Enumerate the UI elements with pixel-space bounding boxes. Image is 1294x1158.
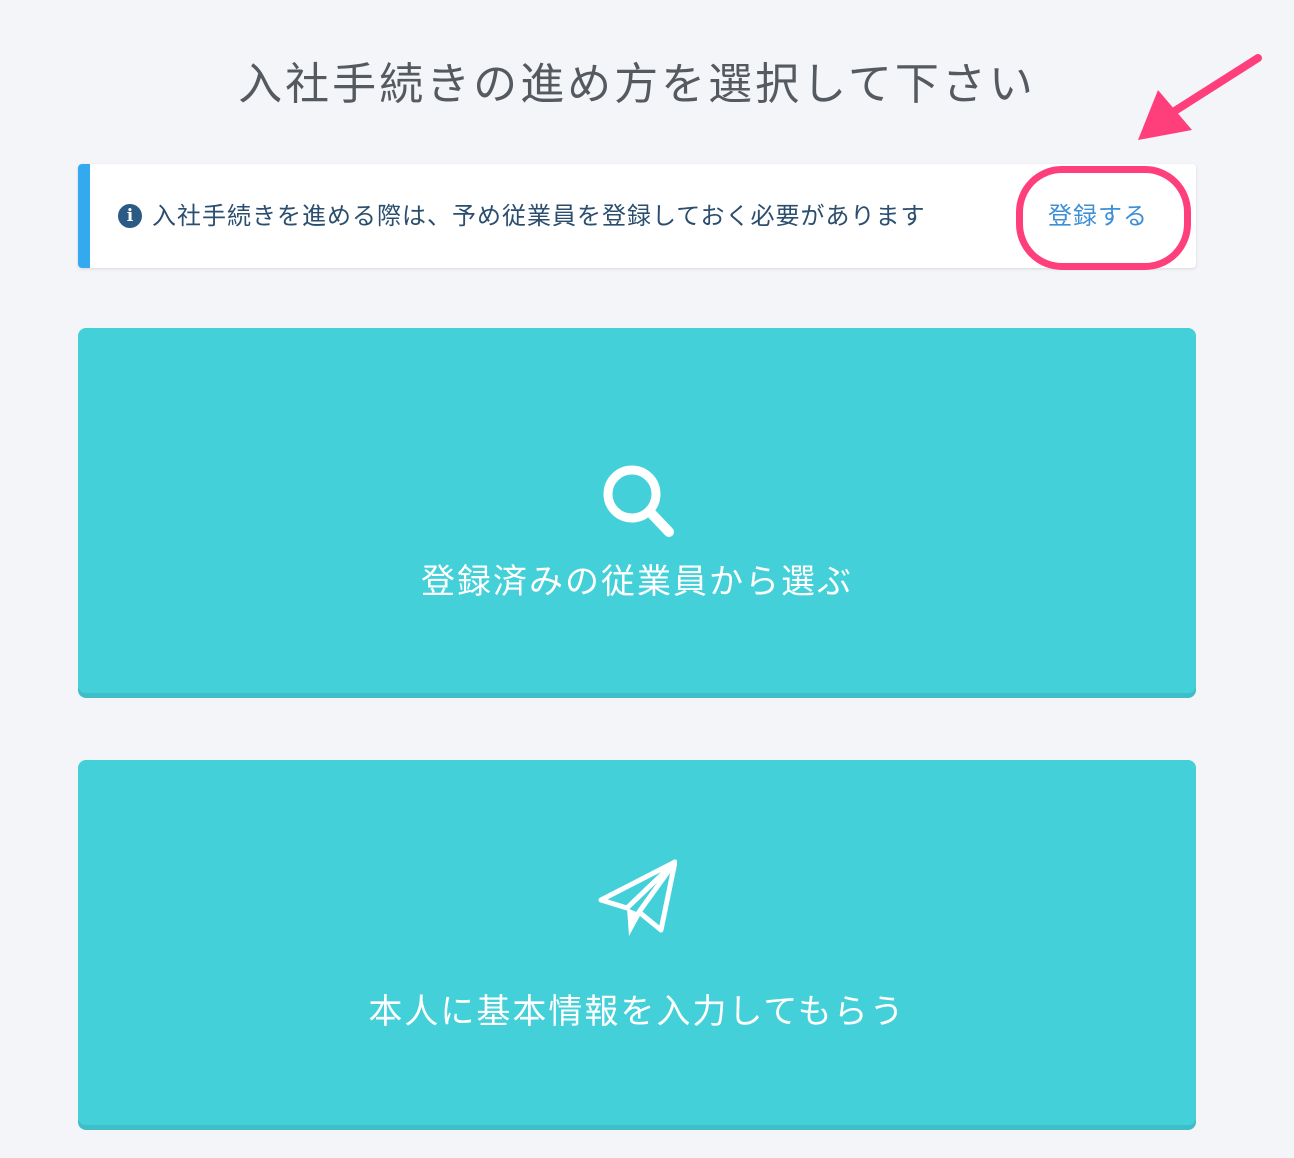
invite-employee-input-button[interactable]: 本人に基本情報を入力してもらう: [78, 760, 1196, 1130]
paper-plane-icon: [598, 859, 677, 936]
notice-accent-bar: [78, 164, 90, 268]
invite-employee-input-label: 本人に基本情報を入力してもらう: [368, 992, 906, 1032]
select-registered-employee-button[interactable]: 登録済みの従業員から選ぶ: [78, 328, 1196, 698]
search-icon: [603, 465, 674, 537]
select-registered-employee-label: 登録済みの従業員から選ぶ: [421, 562, 853, 602]
register-link[interactable]: 登録する: [1048, 198, 1148, 234]
notice-text: 入社手続きを進める際は、予め従業員を登録しておく必要があります: [152, 202, 926, 230]
page-title: 入社手続きの進め方を選択して下さい: [238, 59, 1036, 110]
info-circle-icon: i: [118, 204, 142, 228]
